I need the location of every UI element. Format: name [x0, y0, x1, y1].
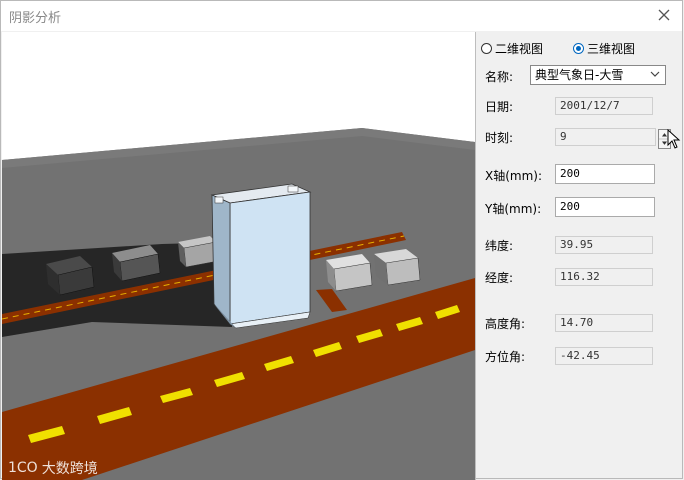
- radio-2d-view[interactable]: 二维视图: [481, 40, 543, 57]
- watermark: 1CO 大数跨境: [8, 458, 98, 478]
- radio-2d-indicator[interactable]: [481, 43, 492, 54]
- watermark-logo: 1CO: [8, 460, 38, 476]
- radio-3d-view[interactable]: 三维视图: [573, 40, 635, 57]
- x-axis-label: X轴(mm):: [485, 169, 543, 183]
- latitude-field: 39.95: [555, 236, 653, 254]
- shadow-analysis-dialog: 阴影分析 1CO 大数跨境 二维视图 三维视图 名称: 典型气象日-大雪 日期:…: [0, 0, 683, 480]
- settings-panel: 二维视图 三维视图 名称: 典型气象日-大雪 日期: 2001/12/7 时刻:…: [476, 32, 683, 480]
- radio-3d-indicator[interactable]: [573, 43, 584, 54]
- name-select[interactable]: 典型气象日-大雪: [530, 65, 666, 85]
- azimuth-label: 方位角:: [485, 350, 526, 364]
- window-title: 阴影分析: [9, 11, 62, 26]
- radio-3d-label: 三维视图: [587, 42, 636, 56]
- 3d-viewport[interactable]: 1CO 大数跨境: [2, 32, 476, 480]
- chevron-down-icon: [650, 71, 660, 77]
- azimuth-field: -42.45: [555, 347, 653, 365]
- latitude-label: 纬度:: [485, 239, 514, 253]
- mouse-pointer-icon: [667, 129, 681, 149]
- scene-render: [2, 32, 475, 480]
- x-axis-input[interactable]: 200: [555, 164, 655, 184]
- main-building: [210, 183, 312, 329]
- altitude-field: 14.70: [555, 314, 653, 332]
- y-axis-label: Y轴(mm):: [485, 202, 542, 216]
- time-label: 时刻:: [485, 131, 514, 145]
- date-field: 2001/12/7: [555, 97, 653, 115]
- close-icon[interactable]: [654, 5, 674, 25]
- date-label: 日期:: [485, 100, 514, 114]
- time-field[interactable]: 9: [555, 128, 656, 146]
- y-axis-input[interactable]: 200: [555, 197, 655, 217]
- longitude-label: 经度:: [485, 271, 514, 285]
- altitude-label: 高度角:: [485, 317, 526, 331]
- radio-2d-label: 二维视图: [495, 42, 544, 56]
- watermark-text: 大数跨境: [41, 461, 98, 477]
- title-bar: 阴影分析: [1, 1, 682, 31]
- name-select-value: 典型气象日-大雪: [535, 68, 624, 82]
- name-label: 名称:: [485, 70, 514, 84]
- longitude-field: 116.32: [555, 268, 653, 286]
